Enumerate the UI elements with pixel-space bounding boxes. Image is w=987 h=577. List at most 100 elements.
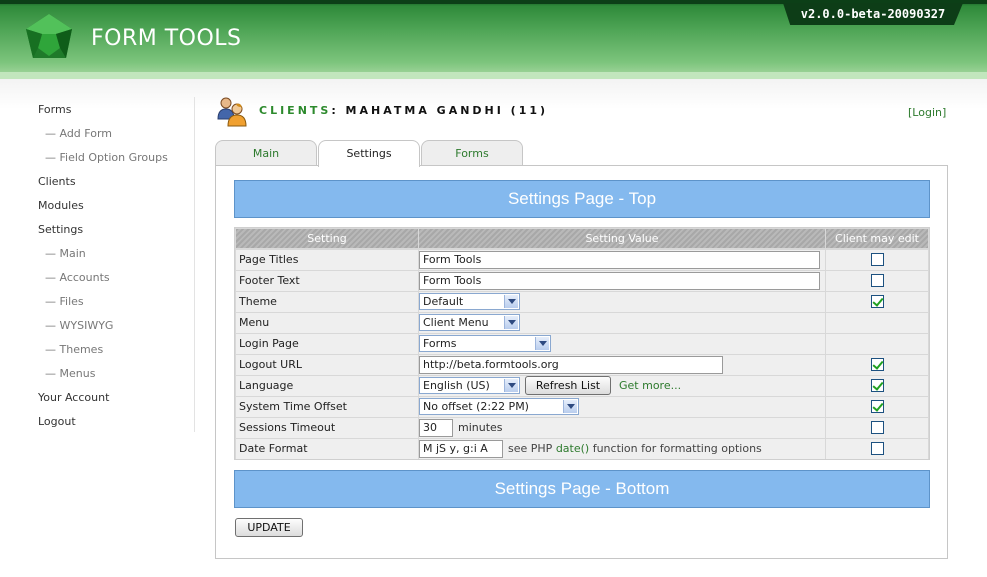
sidebar-item-modules[interactable]: Modules — [38, 199, 84, 212]
client-edit-cell — [826, 418, 928, 438]
setting-value-cell: No offset (2:22 PM) — [419, 397, 825, 417]
client-edit-cell — [826, 376, 928, 396]
theme-select[interactable]: Default — [419, 293, 520, 310]
sidebar-item-menus[interactable]: — Menus — [45, 367, 95, 380]
menu-select-value: Client Menu — [423, 316, 489, 329]
setting-value-cell: http://beta.formtools.org — [419, 355, 825, 375]
setting-value-cell: Default — [419, 292, 825, 312]
login-page-select[interactable]: Forms — [419, 335, 551, 352]
sidebar-item-accounts[interactable]: — Accounts — [45, 271, 110, 284]
sidebar-item-main[interactable]: — Main — [45, 247, 86, 260]
settings-table: Setting Setting Value Client may edit Pa… — [234, 227, 930, 460]
tab-forms[interactable]: Forms — [421, 140, 523, 166]
sidebar-item-themes[interactable]: — Themes — [45, 343, 103, 356]
setting-label: Date Format — [236, 439, 418, 459]
setting-value-cell: Client Menu — [419, 313, 825, 333]
users-icon — [217, 97, 247, 127]
setting-label: Page Titles — [236, 250, 418, 270]
chevron-down-icon — [504, 379, 518, 392]
client-edit-cell — [826, 355, 928, 375]
tab-settings[interactable]: Settings — [318, 140, 420, 167]
menu-select[interactable]: Client Menu — [419, 314, 520, 331]
table-row: Logout URL http://beta.formtools.org — [236, 355, 928, 375]
time-offset-select-value: No offset (2:22 PM) — [423, 400, 529, 413]
table-row: Theme Default — [236, 292, 928, 312]
client-edit-cell — [826, 271, 928, 291]
login-link[interactable]: [Login] — [908, 106, 946, 119]
sidebar-item-settings[interactable]: Settings — [38, 223, 83, 236]
theme-checkbox[interactable] — [871, 295, 884, 308]
date-format-checkbox[interactable] — [871, 442, 884, 455]
footer-text-input[interactable]: Form Tools — [419, 272, 820, 290]
theme-select-value: Default — [423, 295, 464, 308]
page-titles-checkbox[interactable] — [871, 253, 884, 266]
header-setting-value: Setting Value — [419, 229, 825, 248]
client-edit-cell — [826, 292, 928, 312]
chevron-down-icon — [504, 316, 518, 329]
date-format-help-post: function for formatting options — [592, 442, 762, 455]
setting-value-cell: 30 minutes — [419, 418, 825, 438]
sidebar-item-add-form[interactable]: — Add Form — [45, 127, 112, 140]
settings-bottom-bar: Settings Page - Bottom — [234, 470, 930, 508]
language-select-value: English (US) — [423, 379, 490, 392]
page-title: CLIENTS: MAHATMA GANDHI (11) — [259, 104, 548, 117]
sidebar-item-logout[interactable]: Logout — [38, 415, 76, 428]
header-client-may-edit: Client may edit — [826, 229, 928, 248]
update-button[interactable]: UPDATE — [235, 518, 303, 537]
sidebar-item-files[interactable]: — Files — [45, 295, 84, 308]
language-select[interactable]: English (US) — [419, 377, 520, 394]
table-row: Sessions Timeout 30 minutes — [236, 418, 928, 438]
header-banner: FORM TOOLS v2.0.0-beta-20090327 — [0, 0, 987, 79]
chevron-down-icon — [535, 337, 549, 350]
sidebar-item-field-option-groups[interactable]: — Field Option Groups — [45, 151, 168, 164]
logout-url-checkbox[interactable] — [871, 358, 884, 371]
page-titles-input[interactable]: Form Tools — [419, 251, 820, 269]
setting-label: Menu — [236, 313, 418, 333]
login-page-select-value: Forms — [423, 337, 457, 350]
get-more-link[interactable]: Get more... — [619, 376, 681, 396]
sidebar-item-clients[interactable]: Clients — [38, 175, 76, 188]
client-edit-cell — [826, 313, 928, 333]
tab-main[interactable]: Main — [215, 140, 317, 166]
date-format-help-pre: see PHP — [508, 442, 553, 455]
sidebar-item-forms[interactable]: Forms — [38, 103, 71, 116]
footer-text-checkbox[interactable] — [871, 274, 884, 287]
sidebar-item-wysiwyg[interactable]: — WYSIWYG — [45, 319, 113, 332]
page-title-client: : MAHATMA GANDHI (11) — [331, 104, 549, 117]
header-setting: Setting — [236, 229, 418, 248]
sessions-timeout-input[interactable]: 30 — [419, 419, 453, 437]
table-row: Language English (US) Refresh List Get m… — [236, 376, 928, 396]
date-format-input[interactable]: M jS y, g:i A — [419, 440, 503, 458]
php-date-link[interactable]: date() — [556, 442, 589, 455]
setting-label: Sessions Timeout — [236, 418, 418, 438]
logout-url-input[interactable]: http://beta.formtools.org — [419, 356, 723, 374]
setting-value-cell: Forms — [419, 334, 825, 354]
date-format-help: see PHP date() function for formatting o… — [508, 439, 762, 459]
time-offset-select[interactable]: No offset (2:22 PM) — [419, 398, 579, 415]
time-offset-checkbox[interactable] — [871, 400, 884, 413]
setting-label: Theme — [236, 292, 418, 312]
setting-label: System Time Offset — [236, 397, 418, 417]
setting-value-cell: Form Tools — [419, 250, 825, 270]
sidebar-item-your-account[interactable]: Your Account — [38, 391, 109, 404]
table-row: Page Titles Form Tools — [236, 250, 928, 270]
table-row: Footer Text Form Tools — [236, 271, 928, 291]
chevron-down-icon — [563, 400, 577, 413]
setting-value-cell: M jS y, g:i A see PHP date() function fo… — [419, 439, 825, 459]
setting-label: Language — [236, 376, 418, 396]
settings-top-bar: Settings Page - Top — [234, 180, 930, 218]
client-edit-cell — [826, 397, 928, 417]
sessions-timeout-unit: minutes — [458, 421, 503, 434]
table-row: Login Page Forms — [236, 334, 928, 354]
logo-icon[interactable] — [22, 12, 76, 66]
app-title: FORM TOOLS — [91, 26, 242, 51]
refresh-list-button[interactable]: Refresh List — [525, 376, 611, 395]
sidebar — [0, 97, 195, 432]
setting-label: Login Page — [236, 334, 418, 354]
client-edit-cell — [826, 250, 928, 270]
version-badge: v2.0.0-beta-20090327 — [783, 3, 963, 25]
sessions-timeout-checkbox[interactable] — [871, 421, 884, 434]
setting-label: Logout URL — [236, 355, 418, 375]
client-edit-cell — [826, 439, 928, 459]
language-checkbox[interactable] — [871, 379, 884, 392]
